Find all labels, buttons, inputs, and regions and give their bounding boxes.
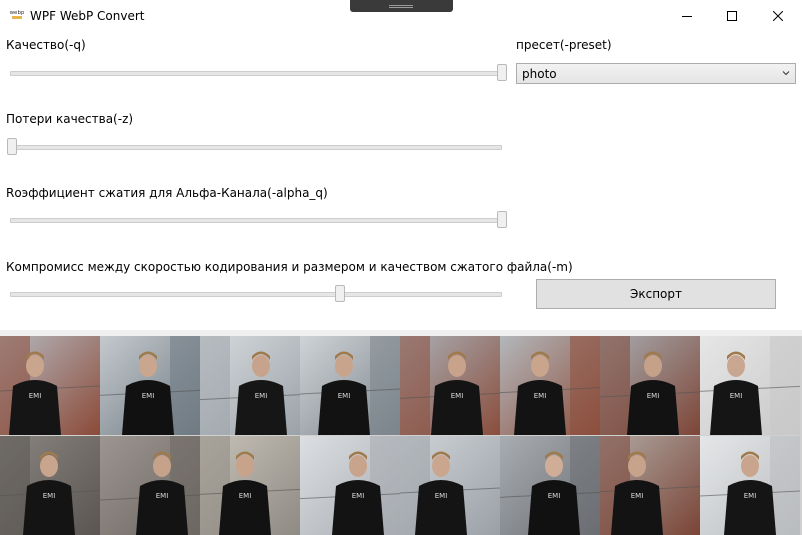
svg-text:EMI: EMI <box>451 392 464 400</box>
svg-text:EMI: EMI <box>142 392 155 400</box>
drag-handle[interactable] <box>350 0 453 12</box>
lossless-slider-track[interactable] <box>10 145 502 150</box>
photo-thumbnail[interactable]: EMI <box>600 336 700 435</box>
preset-label: пресет(-preset) <box>516 38 612 52</box>
quality-slider-thumb[interactable] <box>497 64 507 81</box>
svg-text:EMI: EMI <box>338 392 351 400</box>
method-slider-track[interactable] <box>10 292 502 297</box>
method-slider-thumb[interactable] <box>335 285 345 302</box>
photo-thumbnail[interactable]: EMI <box>300 436 400 535</box>
photo-thumbnail[interactable]: EMI <box>700 336 800 435</box>
method-label: Компромисс между скоростью кодирования и… <box>6 260 573 274</box>
svg-text:EMI: EMI <box>255 392 268 400</box>
window-title: WPF WebP Convert <box>30 9 145 23</box>
photo-thumbnail[interactable]: EMI <box>600 436 700 535</box>
maximize-icon <box>727 10 737 21</box>
minimize-icon <box>682 15 692 17</box>
preset-value: photo <box>522 67 557 81</box>
lossless-slider-thumb[interactable] <box>7 138 17 155</box>
preset-dropdown[interactable]: photo <box>516 63 796 84</box>
photo-thumbnail[interactable]: EMI <box>100 436 200 535</box>
svg-text:webp: webp <box>10 10 25 16</box>
svg-text:EMI: EMI <box>29 392 42 400</box>
photo-thumbnail[interactable]: EMI <box>400 336 500 435</box>
svg-text:EMI: EMI <box>43 492 56 500</box>
svg-text:EMI: EMI <box>647 392 660 400</box>
svg-text:EMI: EMI <box>156 492 169 500</box>
photo-thumbnail[interactable]: EMI <box>500 336 600 435</box>
photo-thumbnail[interactable]: EMI <box>0 336 100 435</box>
grip-lines-icon <box>389 5 413 8</box>
photo-thumbnail[interactable]: EMI <box>200 336 300 435</box>
maximize-button[interactable] <box>709 0 755 31</box>
photo-thumbnail[interactable]: EMI <box>700 436 800 535</box>
svg-text:EMI: EMI <box>352 492 365 500</box>
svg-text:EMI: EMI <box>534 392 547 400</box>
photo-thumbnail[interactable]: EMI <box>300 336 400 435</box>
lossless-label: Потери качества(-z) <box>6 112 134 126</box>
image-gallery: EMI EMI EMI EMI EMI EMI EMI EMI EMI EMI … <box>0 336 802 535</box>
app-icon: webp <box>9 7 25 23</box>
title-bar: webp WPF WebP Convert <box>0 0 802 31</box>
close-button[interactable] <box>755 0 801 31</box>
alpha-label: Rоэффициент сжатия для Альфа-Канала(-alp… <box>6 186 328 200</box>
photo-thumbnail[interactable]: EMI <box>100 336 200 435</box>
svg-text:EMI: EMI <box>239 492 252 500</box>
svg-text:EMI: EMI <box>730 392 743 400</box>
quality-slider-track[interactable] <box>10 71 502 76</box>
svg-text:EMI: EMI <box>435 492 448 500</box>
close-icon <box>773 10 783 21</box>
svg-text:EMI: EMI <box>631 492 644 500</box>
alpha-slider-track[interactable] <box>10 218 502 223</box>
photo-thumbnail[interactable]: EMI <box>400 436 500 535</box>
photo-thumbnail[interactable]: EMI <box>0 436 100 535</box>
svg-text:EMI: EMI <box>744 492 757 500</box>
photo-thumbnail[interactable]: EMI <box>500 436 600 535</box>
export-button[interactable]: Экспорт <box>536 279 776 309</box>
svg-text:EMI: EMI <box>548 492 561 500</box>
quality-label: Качество(-q) <box>6 38 86 52</box>
chevron-down-icon <box>782 71 790 76</box>
alpha-slider-thumb[interactable] <box>497 211 507 228</box>
minimize-button[interactable] <box>664 0 710 31</box>
photo-thumbnail[interactable]: EMI <box>200 436 300 535</box>
